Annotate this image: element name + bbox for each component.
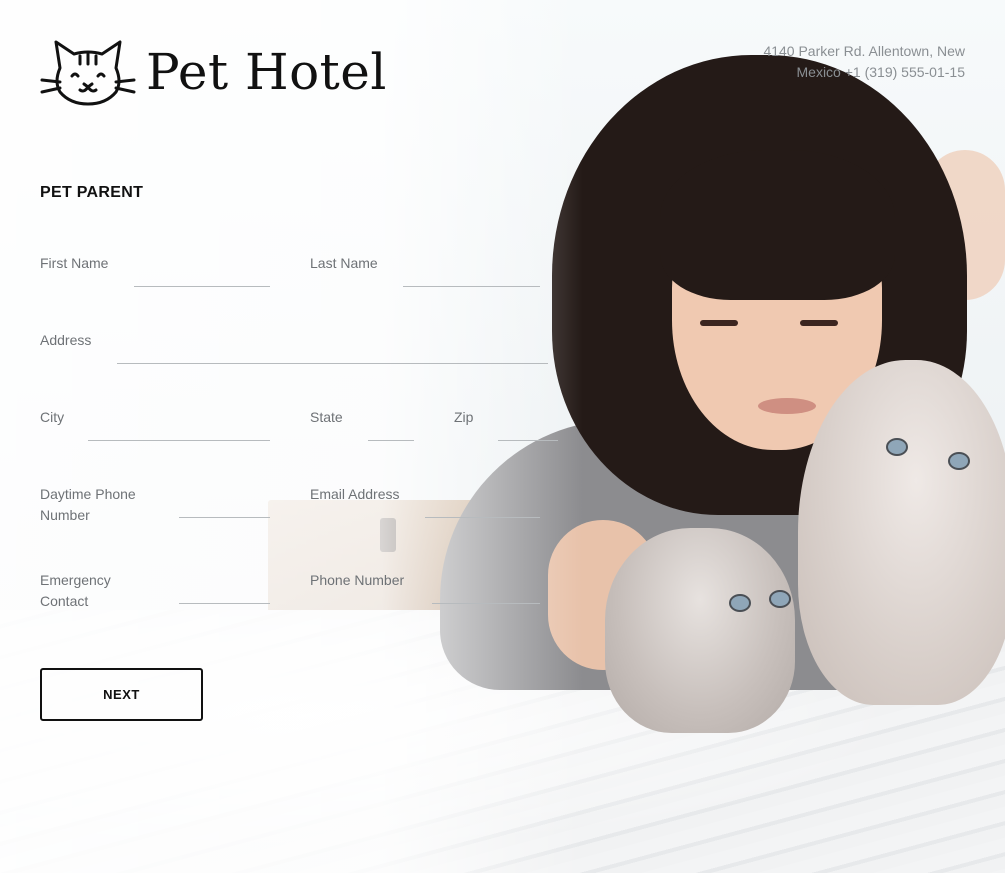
state-label: State <box>310 409 343 425</box>
cat-face-icon <box>40 40 136 106</box>
zip-label: Zip <box>454 409 474 425</box>
city-label: City <box>40 409 65 425</box>
section-title: PET PARENT <box>40 184 144 201</box>
first-name-input[interactable] <box>134 286 270 287</box>
daytime-phone-label: Daytime Phone Number <box>40 486 136 523</box>
last-name-label: Last Name <box>310 255 378 271</box>
emergency-contact-input[interactable] <box>179 603 270 604</box>
first-name-label: First Name <box>40 255 109 271</box>
brand-name: Pet Hotel <box>146 43 387 101</box>
phone-number-label: Phone Number <box>310 572 405 588</box>
state-input[interactable] <box>368 440 414 441</box>
zip-input[interactable] <box>498 440 558 441</box>
hotel-address: 4140 Parker Rd. Allentown, New Mexico +1… <box>763 43 965 80</box>
phone-number-input[interactable] <box>432 603 540 604</box>
address-label: Address <box>40 332 92 348</box>
address-input[interactable] <box>117 363 548 364</box>
email-input[interactable] <box>425 517 540 518</box>
logo[interactable]: Pet Hotel <box>40 38 387 106</box>
daytime-phone-input[interactable] <box>179 517 270 518</box>
last-name-input[interactable] <box>403 286 540 287</box>
email-label: Email Address <box>310 486 400 502</box>
background-photo <box>0 0 1005 873</box>
emergency-contact-label: Emergency Contact <box>40 572 111 609</box>
white-overlay <box>0 0 1005 873</box>
next-button[interactable]: NEXT <box>40 668 203 721</box>
city-input[interactable] <box>88 440 270 441</box>
